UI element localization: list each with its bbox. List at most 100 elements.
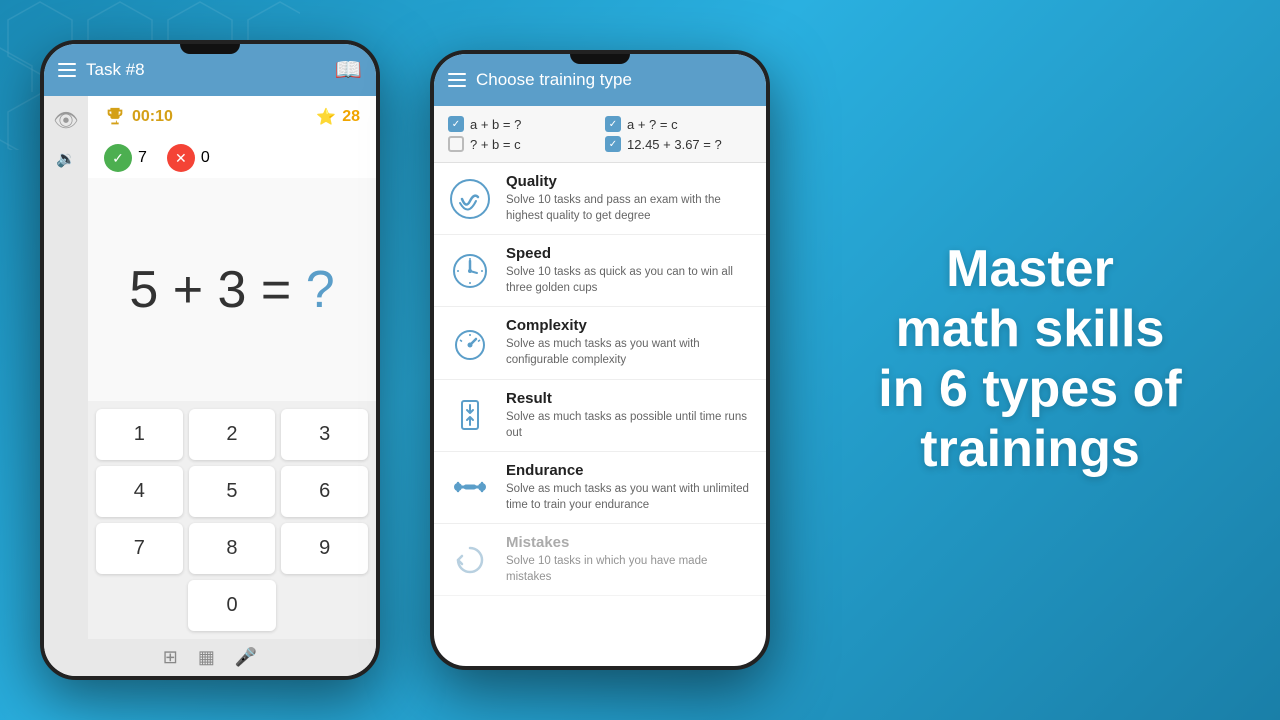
speed-title: Speed	[506, 245, 752, 262]
key-7[interactable]: 7	[96, 523, 183, 574]
checkbox-checked-4: ✓	[605, 136, 621, 152]
phone1-body: 👁 🔉 00:10 ⭐	[44, 96, 376, 639]
correct-icon: ✓	[104, 144, 132, 172]
phone2-notch	[570, 54, 630, 64]
numpad-grid: 1 2 3 4 5 6 7 8 9	[96, 409, 368, 574]
training-list: Quality Solve 10 tasks and pass an exam …	[434, 163, 766, 666]
checkbox-item-3[interactable]: ✓ a + ? = c	[605, 116, 752, 132]
quality-icon	[448, 177, 492, 221]
key-5[interactable]: 5	[189, 466, 276, 517]
checkbox-unchecked-2	[448, 136, 464, 152]
phone1-sidebar: 👁 🔉	[44, 96, 88, 639]
wrong-count: 0	[201, 149, 210, 167]
correct-count: 7	[138, 149, 147, 167]
promo-line4: trainings	[920, 420, 1140, 478]
speed-desc: Solve 10 tasks as quick as you can to wi…	[506, 264, 752, 296]
endurance-icon	[448, 465, 492, 509]
checkbox-item-2[interactable]: ? + b = c	[448, 136, 595, 152]
result-desc: Solve as much tasks as possible until ti…	[506, 409, 752, 441]
star-icon: ⭐	[316, 107, 336, 127]
phone2-inner: Choose training type ✓ a + b = ? ✓ a + ?…	[434, 54, 766, 666]
quality-text: Quality Solve 10 tasks and pass an exam …	[506, 173, 752, 224]
key-4[interactable]: 4	[96, 466, 183, 517]
training-quality[interactable]: Quality Solve 10 tasks and pass an exam …	[434, 163, 766, 235]
equation-display: 5 + 3 = ?	[129, 260, 334, 320]
checkbox-label-2: ? + b = c	[470, 137, 521, 152]
key-9[interactable]: 9	[281, 523, 368, 574]
complexity-icon	[448, 321, 492, 365]
mic-icon[interactable]: 🎤	[235, 647, 257, 668]
wrong-icon: ✕	[167, 144, 195, 172]
phone1-mockup: Task #8 📖 👁 🔉	[40, 40, 380, 680]
eye-icon[interactable]: 👁	[53, 108, 78, 133]
checkbox-label-3: a + ? = c	[627, 117, 678, 132]
training-complexity[interactable]: Complexity Solve as much tasks as you wa…	[434, 307, 766, 379]
complexity-text: Complexity Solve as much tasks as you wa…	[506, 317, 752, 368]
key-1[interactable]: 1	[96, 409, 183, 460]
table-icon[interactable]: ▦	[198, 647, 215, 668]
trophy-timer: 00:10	[104, 106, 173, 128]
equation-text: 5 + 3 =	[129, 261, 305, 319]
checkboxes-area: ✓ a + b = ? ✓ a + ? = c ? + b = c ✓ 12.4…	[434, 106, 766, 163]
training-speed[interactable]: Speed Solve 10 tasks as quick as you can…	[434, 235, 766, 307]
speed-icon	[448, 249, 492, 293]
key-8[interactable]: 8	[189, 523, 276, 574]
endurance-desc: Solve as much tasks as you want with unl…	[506, 481, 752, 513]
bottom-toolbar: ⊞ ▦ 🎤	[44, 639, 376, 676]
grid-icon[interactable]: ⊞	[163, 647, 178, 668]
phone2-menu-icon[interactable]	[448, 73, 466, 87]
phone1-inner: Task #8 📖 👁 🔉	[44, 44, 376, 676]
key-6[interactable]: 6	[281, 466, 368, 517]
star-score: ⭐ 28	[316, 107, 360, 127]
right-text-area: Master math skills in 6 types of trainin…	[820, 220, 1240, 499]
checkbox-item-4[interactable]: ✓ 12.45 + 3.67 = ?	[605, 136, 752, 152]
correct-badge: ✓ 7	[104, 144, 147, 172]
mistakes-desc: Solve 10 tasks in which you have made mi…	[506, 553, 752, 585]
speaker-icon[interactable]: 🔉	[56, 149, 76, 169]
training-result[interactable]: Result Solve as much tasks as possible u…	[434, 380, 766, 452]
mistakes-text: Mistakes Solve 10 tasks in which you hav…	[506, 534, 752, 585]
quality-desc: Solve 10 tasks and pass an exam with the…	[506, 192, 752, 224]
key-3[interactable]: 3	[281, 409, 368, 460]
key-0[interactable]: 0	[188, 580, 275, 631]
numpad-zero-row: 0	[96, 580, 368, 631]
checkbox-label-1: a + b = ?	[470, 117, 521, 132]
training-mistakes[interactable]: Mistakes Solve 10 tasks in which you hav…	[434, 524, 766, 596]
result-title: Result	[506, 390, 752, 407]
equation-area: 5 + 3 = ?	[88, 178, 376, 401]
mistakes-icon	[448, 538, 492, 582]
complexity-desc: Solve as much tasks as you want with con…	[506, 336, 752, 368]
promo-line3: in 6 types of	[878, 360, 1181, 418]
checkbox-item-1[interactable]: ✓ a + b = ?	[448, 116, 595, 132]
stats-row: 00:10 ⭐ 28	[88, 96, 376, 138]
score-value: 28	[342, 108, 360, 126]
key-2[interactable]: 2	[189, 409, 276, 460]
endurance-text: Endurance Solve as much tasks as you wan…	[506, 462, 752, 513]
training-endurance[interactable]: Endurance Solve as much tasks as you wan…	[434, 452, 766, 524]
phone1-title: Task #8	[86, 60, 325, 80]
checkbox-label-4: 12.45 + 3.67 = ?	[627, 137, 722, 152]
phone2-title: Choose training type	[476, 70, 752, 90]
wrong-badge: ✕ 0	[167, 144, 210, 172]
book-icon: 📖	[335, 57, 362, 83]
question-mark: ?	[306, 261, 335, 319]
quality-title: Quality	[506, 173, 752, 190]
endurance-title: Endurance	[506, 462, 752, 479]
correct-wrong-row: ✓ 7 ✕ 0	[88, 138, 376, 178]
promo-heading: Master math skills in 6 types of trainin…	[878, 240, 1181, 479]
checkbox-checked-3: ✓	[605, 116, 621, 132]
phone2-mockup: Choose training type ✓ a + b = ? ✓ a + ?…	[430, 50, 770, 670]
timer-value: 00:10	[132, 108, 173, 126]
trophy-icon	[104, 106, 126, 128]
promo-line2: math skills	[896, 300, 1165, 358]
phone1-notch	[180, 44, 240, 54]
mistakes-title: Mistakes	[506, 534, 752, 551]
speed-text: Speed Solve 10 tasks as quick as you can…	[506, 245, 752, 296]
result-icon	[448, 393, 492, 437]
promo-line1: Master	[946, 240, 1114, 298]
numpad-area: 1 2 3 4 5 6 7 8 9 0	[88, 401, 376, 639]
phone1-main: 00:10 ⭐ 28 ✓ 7 ✕	[88, 96, 376, 639]
main-content: Task #8 📖 👁 🔉	[0, 0, 1280, 720]
result-text: Result Solve as much tasks as possible u…	[506, 390, 752, 441]
menu-icon[interactable]	[58, 63, 76, 77]
